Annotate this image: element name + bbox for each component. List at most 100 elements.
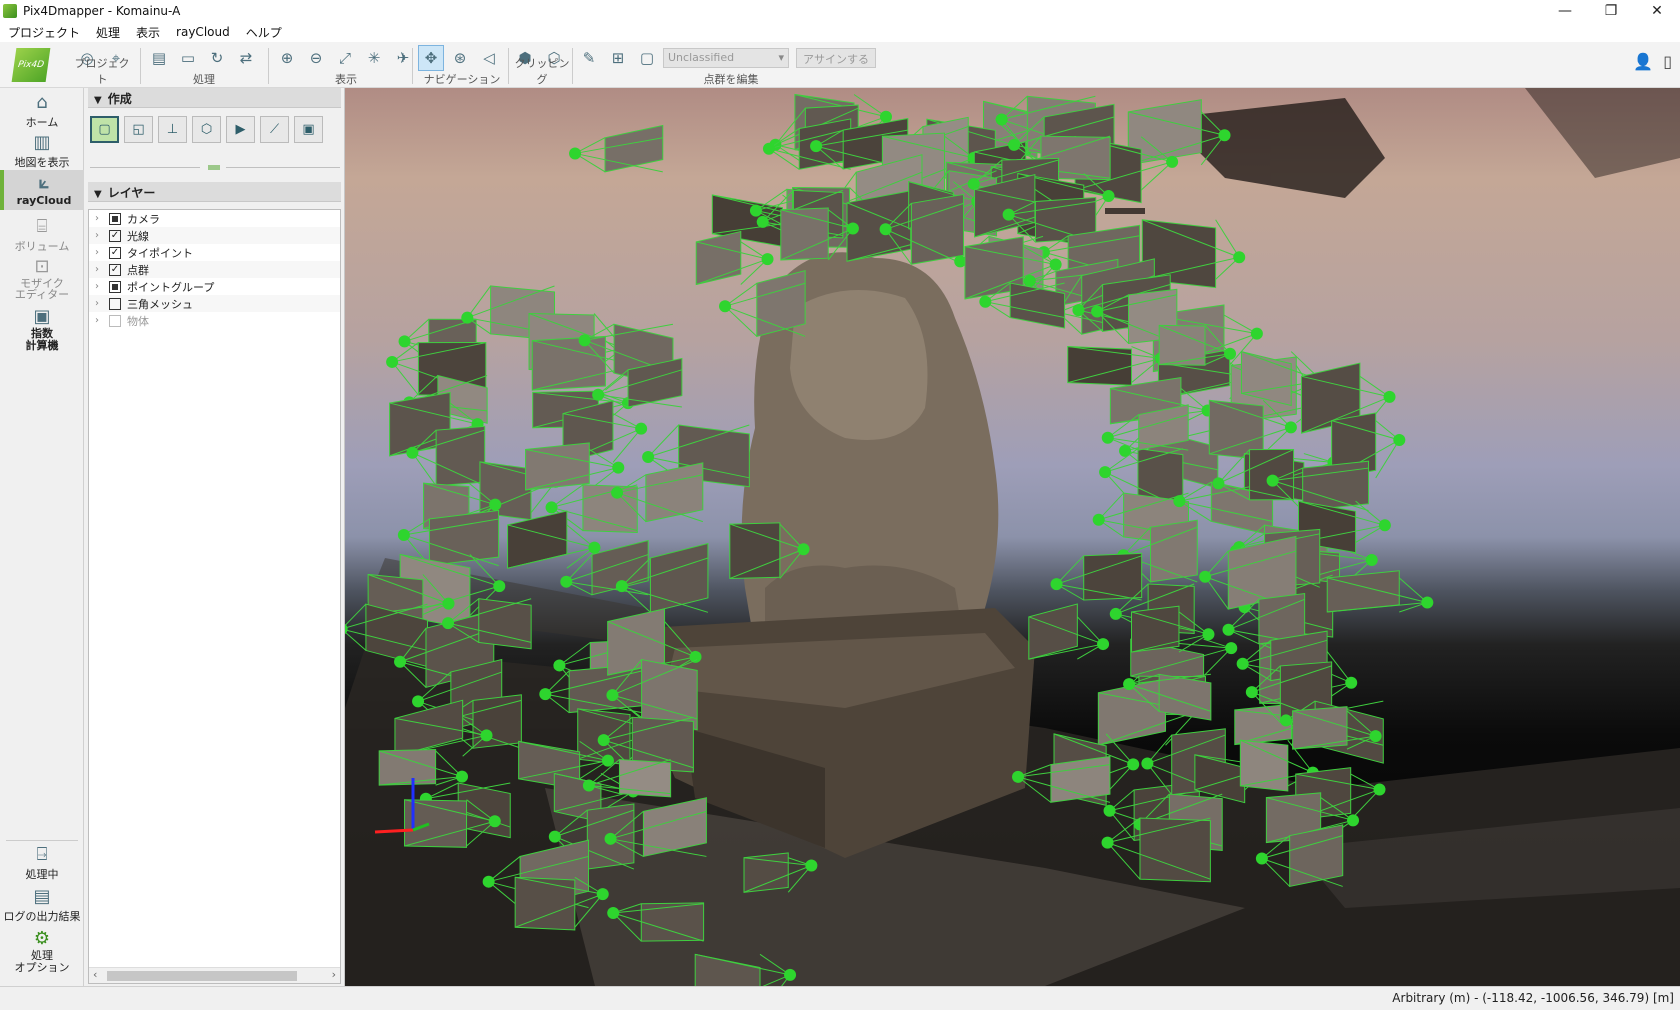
camera-position-marker[interactable] <box>1250 327 1263 340</box>
camera-position-marker[interactable] <box>1369 730 1382 743</box>
camera-position-marker[interactable] <box>879 223 892 236</box>
camera-position-marker[interactable] <box>394 655 407 668</box>
menu-view[interactable]: 表示 <box>128 24 168 41</box>
camera-position-marker[interactable] <box>548 830 561 843</box>
camera-position-marker[interactable] <box>612 461 625 474</box>
camera-position-marker[interactable] <box>1102 190 1115 203</box>
camera-position-marker[interactable] <box>749 204 762 217</box>
camera-position-marker[interactable] <box>1284 421 1297 434</box>
select-icon[interactable]: ▢ <box>634 45 660 71</box>
nav-processing[interactable]: ⍈ 処理中 <box>0 844 84 882</box>
camera-position-marker[interactable] <box>1173 495 1186 508</box>
camera-position-marker[interactable] <box>810 140 823 153</box>
process-icon[interactable]: ▤ <box>146 45 172 71</box>
camera-position-marker[interactable] <box>596 888 609 901</box>
layer-checkbox[interactable] <box>109 212 121 225</box>
camera-position-marker[interactable] <box>642 451 655 464</box>
camera-position-marker[interactable] <box>480 729 493 742</box>
scrollbar-thumb[interactable] <box>107 971 297 981</box>
camera-position-marker[interactable] <box>995 113 1008 126</box>
camera-position-marker[interactable] <box>1050 578 1063 591</box>
layer-checkbox[interactable] <box>109 297 121 310</box>
camera-position-marker[interactable] <box>1099 466 1112 479</box>
point-cloud-scene[interactable] <box>345 88 1680 986</box>
camera-position-marker[interactable] <box>756 215 769 228</box>
menu-project[interactable]: プロジェクト <box>0 24 88 41</box>
camera-position-marker[interactable] <box>1012 770 1025 783</box>
camera-position-marker[interactable] <box>1393 433 1406 446</box>
camera-position-marker[interactable] <box>604 832 617 845</box>
camera-position-marker[interactable] <box>488 815 501 828</box>
camera-position-marker[interactable] <box>578 334 591 347</box>
camera-position-marker[interactable] <box>1421 596 1434 609</box>
camera-position-marker[interactable] <box>954 255 967 268</box>
zoom-in-icon[interactable]: ⊕ <box>274 45 300 71</box>
classification-select[interactable]: Unclassified <box>663 48 789 68</box>
camera-position-marker[interactable] <box>539 688 552 701</box>
camera-position-marker[interactable] <box>588 541 601 554</box>
camera-position-marker[interactable] <box>597 734 610 747</box>
camera-position-marker[interactable] <box>482 875 495 888</box>
camera-position-marker[interactable] <box>406 446 419 459</box>
camera-position-marker[interactable] <box>607 907 620 920</box>
camera-position-marker[interactable] <box>397 528 410 541</box>
nav-raycloud[interactable]: ⟀ rayCloud <box>0 170 84 210</box>
camera-position-marker[interactable] <box>762 142 775 155</box>
camera-position-marker[interactable] <box>1166 155 1179 168</box>
camera-position-marker[interactable] <box>615 580 628 593</box>
camera-position-marker[interactable] <box>1233 251 1246 264</box>
camera-position-marker[interactable] <box>1255 852 1268 865</box>
nav-index-calculator[interactable]: ▣ 指数 計算機 <box>0 306 84 352</box>
expand-arrow-icon[interactable]: › <box>89 247 105 258</box>
layer-row-point-cloud[interactable]: › ✓ 点群 <box>89 261 340 278</box>
menu-raycloud[interactable]: rayCloud <box>168 25 238 39</box>
camera-position-marker[interactable] <box>489 498 502 511</box>
camera-position-marker[interactable] <box>1097 638 1110 651</box>
rectangle-select-icon[interactable]: ▢ <box>90 116 119 143</box>
camera-position-marker[interactable] <box>1222 623 1235 636</box>
menu-help[interactable]: ヘルプ <box>238 24 290 41</box>
nav-home[interactable]: ⌂ ホーム <box>0 92 84 130</box>
camera-position-marker[interactable] <box>611 486 624 499</box>
polygon-icon[interactable]: ◱ <box>124 116 153 143</box>
nav-map-view[interactable]: ▥ 地図を表示 <box>0 132 84 170</box>
assign-button[interactable]: アサインする <box>796 48 876 68</box>
nav-mosaic-editor[interactable]: ⊡ モザイク エディター <box>0 256 84 300</box>
expand-arrow-icon[interactable]: › <box>89 281 105 292</box>
add-point-icon[interactable]: ⊞ <box>605 45 631 71</box>
camera-frustum[interactable] <box>719 270 806 337</box>
camera-position-marker[interactable] <box>1224 347 1237 360</box>
camera-position-marker[interactable] <box>545 501 558 514</box>
camera-position-marker[interactable] <box>1072 304 1085 317</box>
camera-frustum[interactable] <box>1050 552 1143 601</box>
camera-position-marker[interactable] <box>1365 553 1378 566</box>
camera-position-marker[interactable] <box>1101 836 1114 849</box>
camera-position-marker[interactable] <box>1373 783 1386 796</box>
camera-position-marker[interactable] <box>1049 258 1062 271</box>
expand-arrow-icon[interactable]: › <box>89 264 105 275</box>
camera-position-marker[interactable] <box>1236 657 1249 670</box>
camera-position-marker[interactable] <box>560 575 573 588</box>
restore-button[interactable]: ❐ <box>1588 0 1634 22</box>
camera-position-marker[interactable] <box>784 968 797 981</box>
camera-position-marker[interactable] <box>1002 208 1015 221</box>
video-animation-icon[interactable]: ▶ <box>226 116 255 143</box>
camera-position-marker[interactable] <box>846 222 859 235</box>
collapse-icon[interactable]: ✳ <box>361 45 387 71</box>
camera-position-marker[interactable] <box>1091 305 1104 318</box>
camera-position-marker[interactable] <box>442 597 455 610</box>
panel-splitter[interactable] <box>90 164 340 172</box>
camera-position-marker[interactable] <box>455 770 468 783</box>
camera-position-marker[interactable] <box>1123 678 1136 691</box>
brush-icon[interactable]: ✎ <box>576 45 602 71</box>
layer-row-point-groups[interactable]: › ポイントグループ <box>89 278 340 295</box>
processing-area-icon[interactable]: ▣ <box>294 116 323 143</box>
camera-position-marker[interactable] <box>1212 477 1225 490</box>
camera-position-marker[interactable] <box>1345 676 1358 689</box>
camera-position-marker[interactable] <box>1109 607 1122 620</box>
raycloud-3d-viewport[interactable] <box>345 88 1680 986</box>
sync-icon[interactable]: ⇄ <box>233 45 259 71</box>
camera-position-marker[interactable] <box>879 110 892 123</box>
camera-position-marker[interactable] <box>569 147 582 160</box>
camera-position-marker[interactable] <box>719 300 732 313</box>
